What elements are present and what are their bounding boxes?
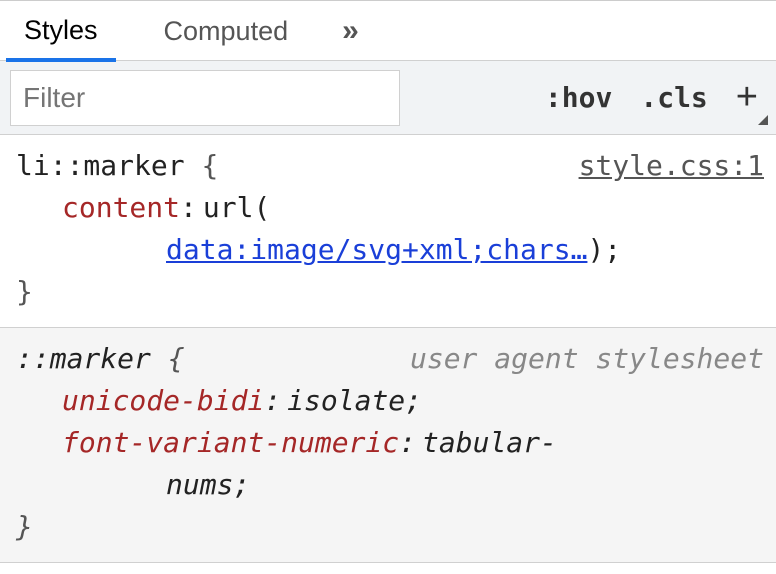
property-name[interactable]: font-variant-numeric <box>62 426 399 459</box>
property-value-line2[interactable]: nums; <box>166 468 250 501</box>
cls-toggle[interactable]: .cls <box>632 81 715 114</box>
brace-close: } <box>16 510 33 543</box>
data-url-link[interactable]: data:image/svg+xml;chars… <box>166 233 587 266</box>
selector[interactable]: li::marker <box>16 149 185 182</box>
brace-open: { <box>201 149 218 182</box>
more-tabs-button[interactable]: » <box>336 14 367 48</box>
filter-input[interactable] <box>10 70 400 126</box>
declaration[interactable]: unicode-bidi:isolate; <box>16 380 760 422</box>
property-name[interactable]: unicode-bidi <box>62 384 264 417</box>
hov-toggle[interactable]: :hov <box>537 81 620 114</box>
source-link[interactable]: style.css:1 <box>579 145 764 187</box>
property-value-line1[interactable]: tabular- <box>422 426 557 459</box>
css-rule-user-agent: user agent stylesheet ::marker { unicode… <box>0 328 776 563</box>
property-value-suffix: ); <box>587 233 621 266</box>
property-value[interactable]: isolate; <box>287 384 422 417</box>
brace-open: { <box>168 342 185 375</box>
declaration[interactable]: content:url( <box>16 187 760 229</box>
css-rule: style.css:1 li::marker { content:url( da… <box>0 135 776 328</box>
property-value-prefix: url( <box>203 191 270 224</box>
tab-styles[interactable]: Styles <box>6 1 116 62</box>
property-name[interactable]: content <box>62 191 180 224</box>
styles-panel-tabs: Styles Computed » <box>0 1 776 61</box>
declaration-continued: data:image/svg+xml;chars…); <box>16 229 760 271</box>
selector[interactable]: ::marker <box>16 342 151 375</box>
styles-toolbar: :hov .cls + <box>0 61 776 135</box>
tab-computed[interactable]: Computed <box>146 2 307 59</box>
brace-close: } <box>16 275 33 308</box>
new-style-rule-button[interactable]: + <box>728 76 766 119</box>
user-agent-label: user agent stylesheet <box>410 338 764 380</box>
declaration-continued: nums; <box>16 464 760 506</box>
declaration[interactable]: font-variant-numeric:tabular- <box>16 422 760 464</box>
